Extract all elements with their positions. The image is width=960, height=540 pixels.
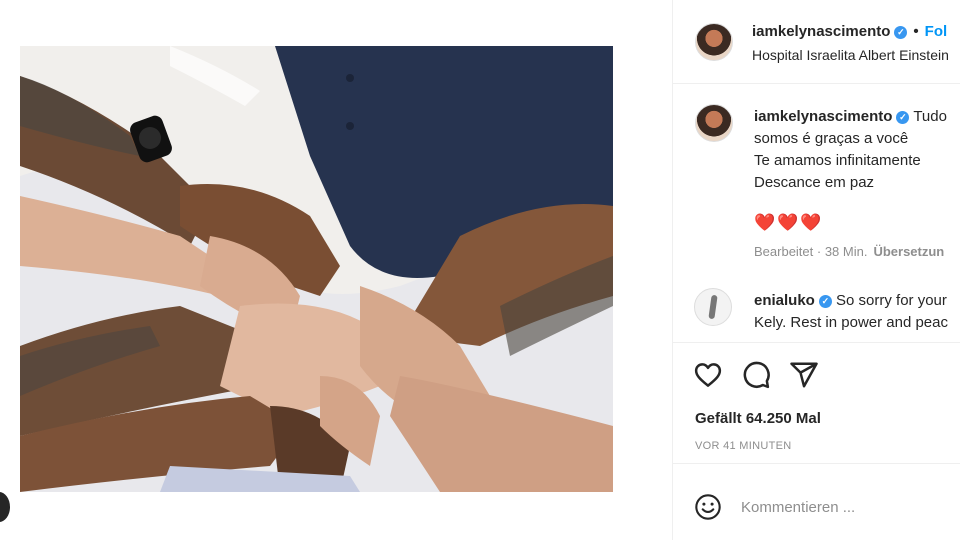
post-timestamp: VOR 41 MINUTEN (695, 440, 792, 452)
post-location[interactable]: Hospital Israelita Albert Einstein (752, 47, 949, 63)
caption-line-1: Tudo (913, 108, 947, 125)
caption-meta: Bearbeitet · 38 Min. Übersetzun (754, 244, 944, 259)
post-media-area (0, 0, 672, 540)
follow-button[interactable]: Fol (925, 23, 948, 40)
author-avatar[interactable] (695, 23, 733, 61)
verified-badge-icon: ✓ (818, 295, 832, 308)
author-name-row: iamkelynascimento ✓ • Fol (752, 23, 947, 40)
comments-section: iamkelynascimento ✓ Tudo somos é graças a… (673, 85, 960, 343)
caption-line-2: somos é graças a você (754, 130, 909, 147)
caption-hearts: ❤️❤️❤️ (754, 213, 824, 232)
likes-count[interactable]: Gefällt 64.250 Mal (695, 410, 821, 427)
comment-line-1: So sorry for your (836, 292, 947, 309)
previous-post-button[interactable] (0, 492, 10, 522)
post-header: iamkelynascimento ✓ • Fol Hospital Israelit… (673, 0, 960, 84)
comment-input[interactable] (741, 495, 941, 519)
comment-text: enialuko ✓ So sorry for your Kely. Rest i… (754, 290, 948, 334)
caption-username[interactable]: iamkelynascimento (754, 108, 892, 125)
verified-badge-icon: ✓ (894, 26, 908, 39)
smiley-icon[interactable] (694, 493, 722, 521)
caption-author-avatar[interactable] (695, 104, 733, 142)
heart-icon[interactable] (693, 360, 723, 390)
edited-label: Bearbeitet · 38 Min. (754, 244, 868, 259)
commenter-avatar[interactable] (694, 288, 732, 326)
post-photo[interactable] (20, 46, 613, 492)
verified-badge-icon: ✓ (896, 111, 910, 124)
caption-line-4: Descance em paz (754, 174, 875, 191)
speech-bubble-icon[interactable] (741, 360, 771, 390)
comment-line-2: Kely. Rest in power and peac (754, 314, 948, 331)
post-details-panel: iamkelynascimento ✓ • Fol Hospital Israelit… (672, 0, 960, 540)
add-comment-bar (673, 465, 960, 540)
paper-plane-icon[interactable] (789, 360, 819, 390)
caption-line-3: Te amamos infinitamente (754, 152, 921, 169)
commenter-username[interactable]: enialuko (754, 292, 815, 309)
translate-link[interactable]: Übersetzun (873, 244, 944, 259)
post-photo-image (20, 46, 613, 492)
post-actions: Gefällt 64.250 Mal VOR 41 MINUTEN (673, 344, 960, 464)
separator-dot: • (913, 23, 919, 40)
caption-text: iamkelynascimento ✓ Tudo somos é graças a… (754, 106, 947, 194)
author-username[interactable]: iamkelynascimento (752, 23, 890, 40)
